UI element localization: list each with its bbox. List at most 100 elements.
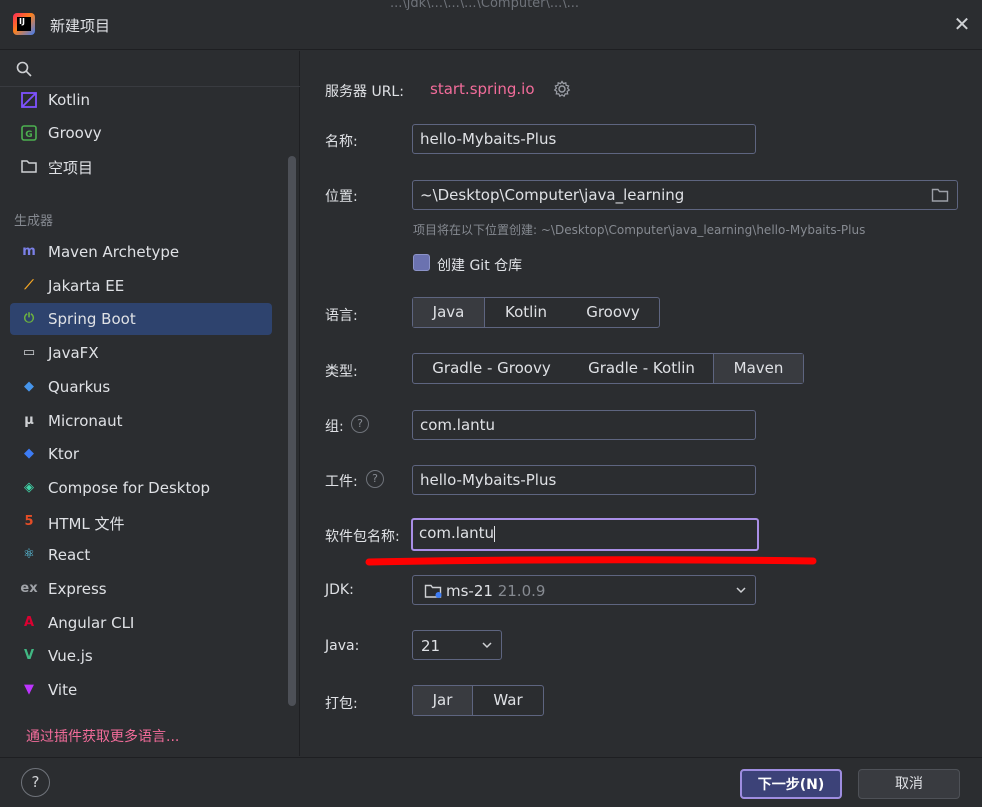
sidebar-item-micronaut[interactable]: μ Micronaut	[10, 405, 272, 437]
type-label: 类型:	[325, 364, 358, 380]
sidebar-item-label: Groovy	[48, 124, 102, 142]
sidebar-item-spring-boot[interactable]: ⏻ Spring Boot	[10, 303, 272, 336]
sidebar-search[interactable]	[0, 51, 300, 87]
sidebar-item-label: Express	[48, 580, 107, 598]
jdk-folder-icon	[424, 584, 442, 598]
sidebar-item-vite[interactable]: ▼ Vite	[10, 674, 272, 706]
sidebar-item-kotlin[interactable]: Kotlin	[10, 84, 272, 116]
build-type-selector: Gradle - Groovy Gradle - Kotlin Maven	[412, 353, 804, 384]
jdk-version: 21.0.9	[497, 582, 546, 600]
packaging-label: 打包:	[325, 696, 358, 712]
sidebar-item-ktor[interactable]: ◆ Ktor	[10, 438, 272, 470]
sidebar-item-label: 空项目	[48, 159, 94, 177]
cancel-button[interactable]: 取消	[858, 769, 960, 799]
language-option-java[interactable]: Java	[413, 298, 485, 327]
sidebar-item-groovy[interactable]: G Groovy	[10, 117, 272, 149]
packaging-option-war[interactable]: War	[473, 686, 543, 715]
spring-boot-icon: ⏻	[23, 311, 35, 327]
packaging-selector: Jar War	[412, 685, 544, 716]
text-cursor	[494, 525, 496, 542]
location-value: ~\Desktop\Computer\java_learning	[420, 186, 685, 204]
folder-icon[interactable]	[931, 187, 949, 203]
package-name-value: com.lantu	[419, 524, 495, 542]
sidebar-item-label: Compose for Desktop	[48, 478, 211, 497]
artifact-label: 工件:	[325, 474, 358, 490]
express-icon: ex	[20, 581, 38, 596]
sidebar-item-label: React	[48, 546, 91, 565]
sidebar-item-label: Ktor	[48, 445, 80, 464]
package-name-label: 软件包名称:	[325, 529, 400, 545]
title-bar: ...\jdk\...\...\...\Computer\...\... IJ …	[0, 0, 982, 50]
sidebar-item-label: Maven Archetype	[48, 243, 180, 261]
language-selector: Java Kotlin Groovy	[412, 297, 660, 328]
sidebar: Kotlin G Groovy 空项目 生成器 m Maven Archetype…	[0, 51, 300, 756]
sidebar-scrollbar[interactable]	[288, 156, 296, 706]
sidebar-item-vue[interactable]: V Vue.js	[10, 640, 272, 672]
gear-icon[interactable]	[553, 80, 571, 98]
artifact-input[interactable]: hello-Mybaits-Plus	[412, 465, 756, 495]
compose-icon: ◈	[24, 479, 34, 495]
sidebar-item-label: Vue.js	[48, 647, 93, 666]
sidebar-item-angular[interactable]: A Angular CLI	[10, 607, 272, 639]
create-git-checkbox[interactable]	[413, 254, 430, 271]
name-input[interactable]: hello-Mybaits-Plus	[412, 124, 756, 154]
type-option-gradle-kotlin[interactable]: Gradle - Kotlin	[570, 354, 713, 383]
jakarta-icon: ⟋	[24, 277, 34, 293]
language-label: 语言:	[325, 308, 358, 324]
server-url-link[interactable]: start.spring.io	[430, 80, 535, 98]
help-icon[interactable]: ?	[366, 470, 384, 488]
type-option-gradle-groovy[interactable]: Gradle - Groovy	[413, 354, 570, 383]
sidebar-item-javafx[interactable]: ▭ JavaFX	[10, 337, 272, 369]
vite-icon: ▼	[24, 682, 34, 698]
sidebar-item-label: Vite	[48, 681, 78, 700]
jdk-label: JDK:	[325, 582, 354, 598]
sidebar-item-react[interactable]: ⚛ React	[10, 539, 272, 571]
location-label: 位置:	[325, 189, 358, 205]
packaging-option-jar[interactable]: Jar	[413, 686, 473, 715]
sidebar-item-label: HTML 文件	[48, 514, 125, 533]
group-input[interactable]: com.lantu	[412, 410, 756, 440]
close-icon[interactable]: ✕	[952, 14, 972, 34]
sidebar-item-jakarta[interactable]: ⟋ Jakarta EE	[10, 270, 272, 302]
sidebar-item-compose[interactable]: ◈ Compose for Desktop	[10, 472, 272, 504]
sidebar-item-label: Quarkus	[48, 377, 111, 396]
dialog-title: 新建项目	[50, 17, 111, 35]
get-more-languages-link[interactable]: 通过插件获取更多语言...	[26, 726, 179, 746]
sidebar-item-html5[interactable]: 5 HTML 文件	[10, 506, 272, 538]
empty-project-icon	[21, 160, 37, 173]
java-version-value: 21	[421, 637, 441, 655]
sidebar-item-label: Angular CLI	[48, 613, 135, 632]
java-version-dropdown[interactable]: 21	[412, 630, 502, 660]
sidebar-item-label: Spring Boot	[48, 310, 136, 329]
sidebar-item-express[interactable]: ex Express	[10, 573, 272, 605]
sidebar-item-maven[interactable]: m Maven Archetype	[10, 236, 272, 268]
next-button[interactable]: 下一步(N)	[740, 769, 842, 799]
server-url-label: 服务器 URL:	[325, 84, 404, 100]
help-icon[interactable]: ?	[351, 415, 369, 433]
language-option-groovy[interactable]: Groovy	[567, 298, 659, 327]
chevron-down-icon	[482, 642, 492, 649]
sidebar-item-label: Micronaut	[48, 411, 123, 430]
jdk-dropdown[interactable]: ms-21 21.0.9	[412, 575, 756, 605]
svg-text:G: G	[25, 130, 32, 140]
group-label: 组:	[325, 419, 344, 435]
type-option-maven[interactable]: Maven	[713, 354, 803, 383]
sidebar-item-label: Kotlin	[48, 91, 90, 109]
generators-section-label: 生成器	[14, 214, 54, 229]
search-icon[interactable]	[16, 61, 32, 77]
chevron-down-icon	[736, 587, 746, 594]
sidebar-item-label: Jakarta EE	[48, 276, 125, 295]
language-option-kotlin[interactable]: Kotlin	[485, 298, 567, 327]
help-button[interactable]: ?	[21, 768, 50, 797]
java-version-label: Java:	[325, 638, 360, 654]
vue-icon: V	[23, 648, 35, 664]
background-window-text: ...\jdk\...\...\...\Computer\...\...	[390, 0, 580, 11]
sidebar-item-quarkus[interactable]: ◆ Quarkus	[10, 371, 272, 403]
package-name-input[interactable]: com.lantu	[411, 518, 759, 551]
location-hint: 项目将在以下位置创建: ~\Desktop\Computer\java_lear…	[413, 223, 866, 237]
html5-icon: 5	[24, 513, 34, 529]
quarkus-icon: ◆	[24, 378, 34, 394]
sidebar-item-empty-project[interactable]: 空项目	[10, 150, 272, 182]
location-input[interactable]: ~\Desktop\Computer\java_learning	[412, 180, 958, 210]
micronaut-icon: μ	[24, 412, 34, 428]
